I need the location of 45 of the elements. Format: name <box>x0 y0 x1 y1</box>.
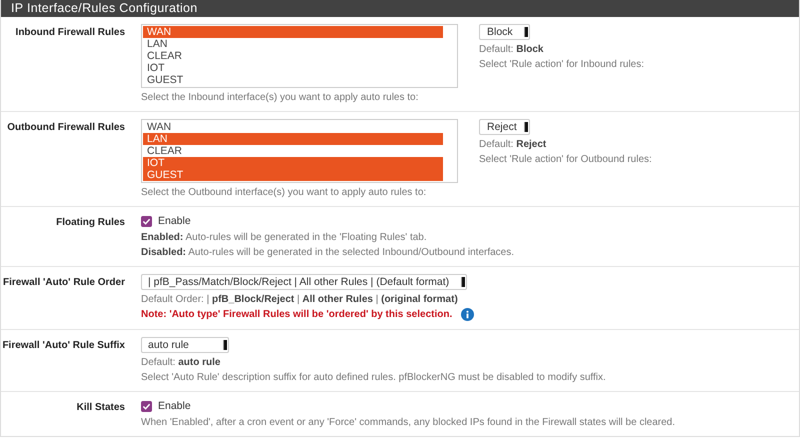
list-option[interactable]: GUEST <box>143 74 443 86</box>
caret-icon <box>461 277 466 287</box>
list-option[interactable]: IOT <box>143 62 443 74</box>
help-text: Select the Outbound interface(s) you want to apply auto rules to: <box>141 187 428 198</box>
dropdown-select[interactable]: auto rule <box>141 337 229 353</box>
field-label: Firewall 'Auto' Rule Order <box>3 277 125 288</box>
listbox[interactable]: WAN LAN CLEAR IOT GUEST <box>141 119 458 183</box>
checkbox[interactable] <box>141 216 152 226</box>
field-label: Inbound Firewall Rules <box>16 27 125 38</box>
field-label: Kill States <box>76 402 125 413</box>
list-option[interactable]: LAN <box>143 133 443 145</box>
list-option[interactable]: WAN <box>143 26 443 38</box>
help-text: Disabled: Auto-rules will be generated in the selected Inbound/Outbound interfaces. <box>141 247 516 258</box>
list-option[interactable]: LAN <box>143 38 443 50</box>
listbox[interactable]: WAN LAN CLEAR IOT GUEST <box>141 24 458 88</box>
list-option[interactable]: IOT <box>143 157 443 169</box>
checkbox-label: Enable <box>158 215 191 227</box>
checkbox-label: Enable <box>158 400 191 412</box>
help-text: Default: Block <box>479 44 544 55</box>
list-option[interactable]: CLEAR <box>143 50 443 62</box>
help-text: Default: Reject <box>479 139 548 150</box>
field-label: Outbound Firewall Rules <box>7 122 125 133</box>
panel-title: IP Interface/Rules Configuration <box>11 1 198 15</box>
field-label: Floating Rules <box>56 217 125 228</box>
field-label: Firewall 'Auto' Rule Suffix <box>2 340 125 351</box>
list-option[interactable]: WAN <box>143 121 443 133</box>
info-icon[interactable] <box>461 308 474 321</box>
warning-note: Note: 'Auto type' Firewall Rules will be 'ordered' by this selection. <box>141 309 452 320</box>
action-select[interactable]: Block <box>479 24 530 40</box>
help-text: Select the Inbound interface(s) you want to apply auto rules to: <box>141 92 420 103</box>
help-text: Select 'Auto Rule' description suffix for auto defined rules. pfBlockerNG must be disabled to modify suffix. <box>141 372 607 383</box>
caret-icon <box>524 122 528 132</box>
help-text: Select 'Rule action' for Inbound rules: <box>479 59 644 70</box>
help-text: When 'Enabled', after a cron event or any 'Force' commands, any blocked IPs found in the Firewall states will be cleared. <box>141 417 676 428</box>
help-text: Default: auto rule <box>141 357 222 368</box>
help-text: Enabled: Auto-rules will be generated in the 'Floating Rules' tab. <box>141 232 428 243</box>
dropdown-select[interactable]: | pfB_Pass/Match/Block/Reject | All other Rules | (Default format) <box>141 274 468 290</box>
help-text: Default Order: | pfB_Block/Reject | All other Rules | (original format) <box>141 294 459 305</box>
list-option[interactable]: CLEAR <box>143 145 443 157</box>
caret-icon <box>524 27 528 37</box>
checkbox[interactable] <box>141 400 152 412</box>
help-text: Select 'Rule action' for Outbound rules: <box>479 154 652 165</box>
action-select[interactable]: Reject <box>479 119 530 135</box>
list-option[interactable]: GUEST <box>143 169 443 181</box>
caret-icon <box>223 340 227 350</box>
